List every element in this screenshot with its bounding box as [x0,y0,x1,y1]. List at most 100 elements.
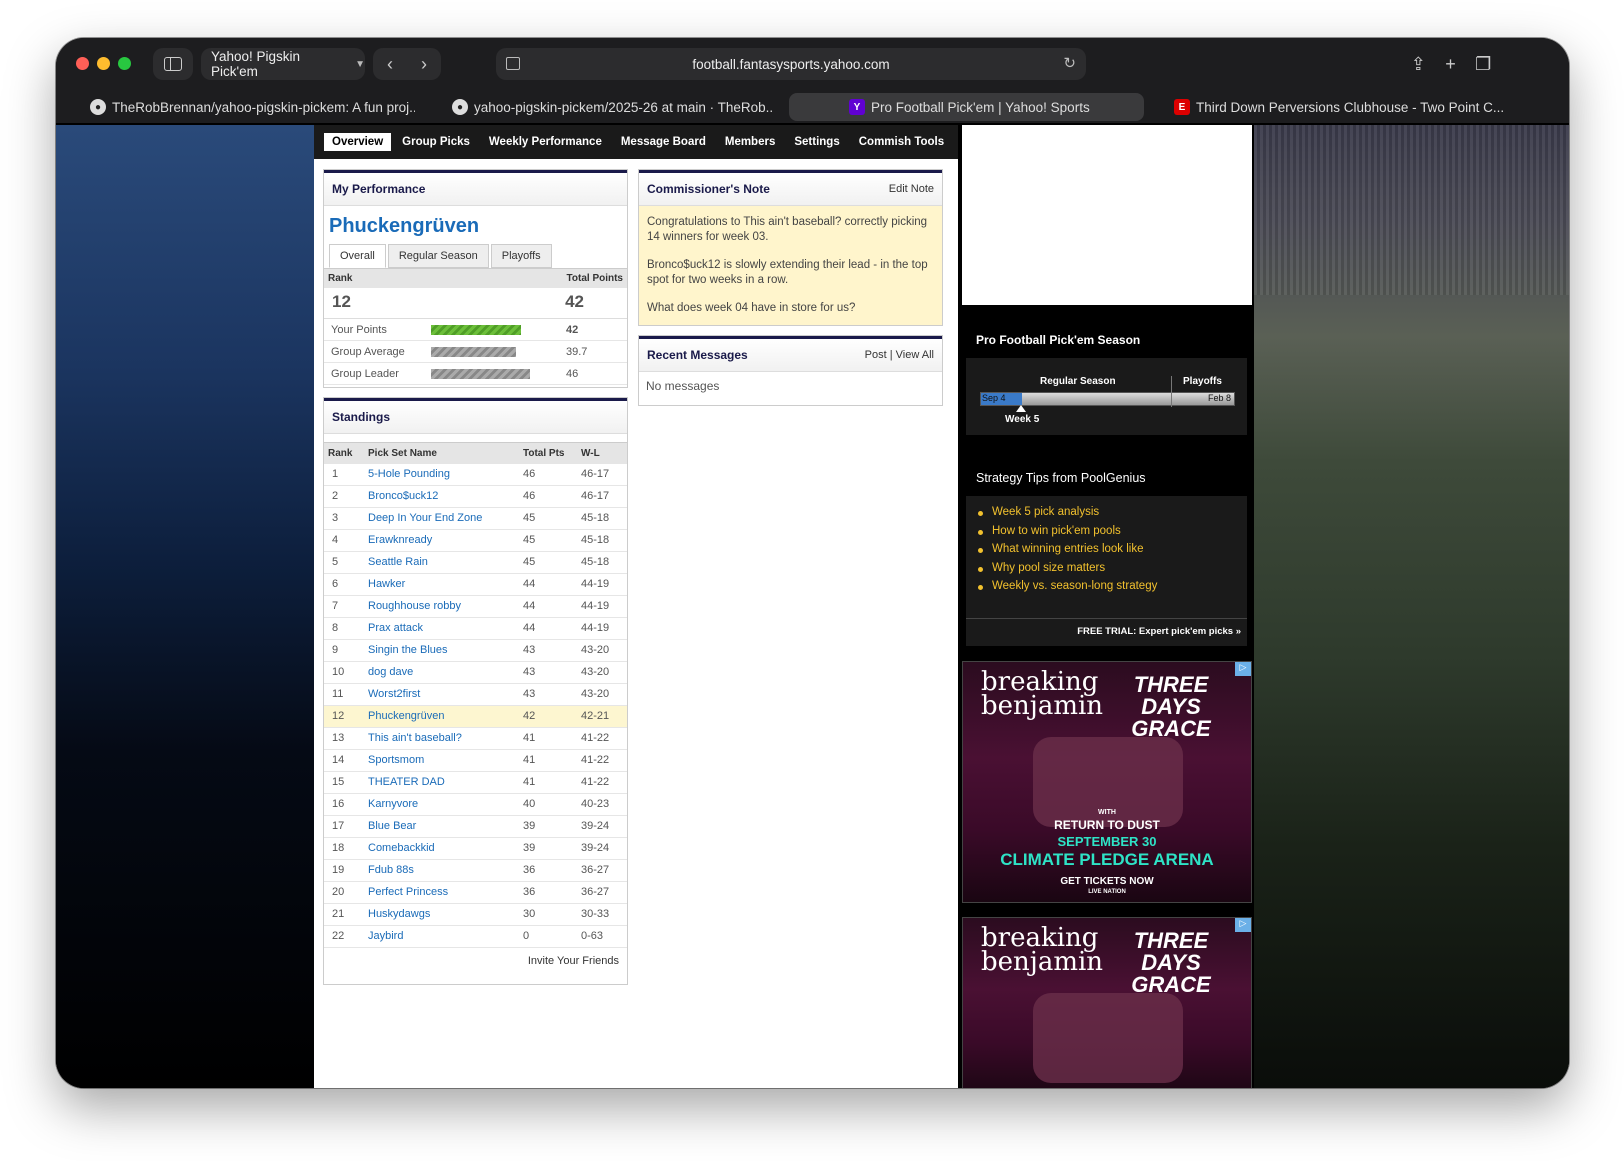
post-link[interactable]: Post [865,349,887,361]
invite-friends-link[interactable]: Invite Your Friends [324,948,627,971]
standings-row: 14 Sportsmom 41 41-22 [324,749,627,772]
nav-message-board[interactable]: Message Board [621,136,706,148]
standings-name-link[interactable]: Fdub 88s [364,859,519,882]
current-week-marker-icon [1016,405,1026,412]
edit-note-link[interactable]: Edit Note [889,183,934,195]
standings-row: 18 Comebackkid 39 39-24 [324,837,627,860]
minimize-window-button[interactable] [97,57,110,70]
nav-group-picks[interactable]: Group Picks [402,136,470,148]
commissioner-note-body: Congratulations to This ain't baseball? … [639,206,942,325]
standings-name-link[interactable]: 5-Hole Pounding [364,464,519,486]
standings-name-link[interactable]: Sportsmom [364,749,519,772]
standings-rank-cell: 12 [324,705,364,728]
standings-name-link[interactable]: Deep In Your End Zone [364,507,519,530]
standings-name-link[interactable]: Phuckengrüven [364,705,519,728]
ad-cta[interactable]: GET TICKETS NOW [963,876,1251,887]
reload-icon[interactable]: ↻ [1063,54,1076,72]
tab-playoffs[interactable]: Playoffs [490,244,552,268]
standings-rank-cell: 3 [324,507,364,530]
standings-name-link[interactable]: Bronco$uck12 [364,485,519,508]
standings-rank-cell: 15 [324,771,364,794]
concert-ad[interactable]: ▷ breaking benjamin THREE DAYS GRACE WIT… [962,661,1252,903]
standings-name-link[interactable]: Comebackkid [364,837,519,860]
standings-points-cell: 42 [519,705,577,728]
rank-label: Rank [328,273,353,284]
tip-link[interactable]: Weekly vs. season-long strategy [978,580,1247,592]
nav-weekly-performance[interactable]: Weekly Performance [489,136,602,148]
concert-ad-2[interactable]: ▷ breaking benjamin THREE DAYS GRACE [962,917,1252,1088]
standings-name-link[interactable]: Jaybird [364,925,519,948]
standings-row: 13 This ain't baseball? 41 41-22 [324,727,627,750]
standings-name-link[interactable]: Erawknready [364,529,519,552]
standings-wl-cell: 39-24 [577,837,627,860]
tab-group-picker[interactable]: Yahoo! Pigskin Pick'em ▼ [201,48,365,80]
standings-name-link[interactable]: This ain't baseball? [364,727,519,750]
panel-header: Recent Messages Post | View All [639,336,942,372]
new-tab-icon[interactable]: + [1445,54,1456,75]
browser-tab-github-repo[interactable]: ● TheRobBrennan/yahoo-pigskin-pickem: A … [90,93,415,121]
sidebar-toggle-button[interactable] [153,48,193,80]
close-window-button[interactable] [76,57,89,70]
standings-points-cell: 41 [519,749,577,772]
standings-name-link[interactable]: Singin the Blues [364,639,519,662]
tab-regular-season[interactable]: Regular Season [387,244,489,268]
tip-link[interactable]: Week 5 pick analysis [978,506,1247,518]
nav-settings[interactable]: Settings [794,136,839,148]
standings-rank-cell: 6 [324,573,364,596]
standings-rank-cell: 4 [324,529,364,552]
standings-name-link[interactable]: Seattle Rain [364,551,519,574]
standings-name-link[interactable]: Prax attack [364,617,519,640]
playoffs-divider [1171,376,1172,407]
standings-row: 12 Phuckengrüven 42 42-21 [324,705,627,728]
standings-points-cell: 44 [519,595,577,618]
standings-name-link[interactable]: THEATER DAD [364,771,519,794]
page-settings-icon[interactable] [506,57,520,70]
standings-points-cell: 45 [519,529,577,552]
share-icon[interactable]: ⇪ [1411,54,1426,75]
strategy-tips-panel: Strategy Tips from PoolGenius Week 5 pic… [966,460,1247,646]
free-trial-link[interactable]: FREE TRIAL: Expert pick'em picks » [966,618,1247,646]
tip-link[interactable]: What winning entries look like [978,543,1247,555]
standings-rank-cell: 2 [324,485,364,508]
panel-header: Standings [324,398,627,434]
standings-wl-cell: 36-27 [577,881,627,904]
address-bar[interactable]: football.fantasysports.yahoo.com ↻ [496,48,1086,80]
standings-name-link[interactable]: Hawker [364,573,519,596]
back-arrow-icon[interactable]: ‹ [373,54,407,75]
tab-overview-icon[interactable]: ❐ [1475,54,1491,75]
my-performance-panel: My Performance Phuckengrüven Overall Reg… [323,169,628,388]
nav-members[interactable]: Members [725,136,776,148]
standings-wl-cell: 30-33 [577,903,627,926]
standings-name-link[interactable]: Worst2first [364,683,519,706]
standings-name-link[interactable]: Roughhouse robby [364,595,519,618]
standings-row: 21 Huskydawgs 30 30-33 [324,903,627,926]
forward-arrow-icon[interactable]: › [407,54,441,75]
standings-name-link[interactable]: Blue Bear [364,815,519,838]
season-title: Pro Football Pick'em Season [966,322,1247,358]
standings-name-link[interactable]: dog dave [364,661,519,684]
standings-table: Rank Pick Set Name Total Pts W-L 1 5-Hole… [324,442,627,948]
browser-tab-github-tree[interactable]: ● yahoo-pigskin-pickem/2025-26 at main ·… [452,93,772,121]
tips-list: Week 5 pick analysis How to win pick'em … [966,496,1247,592]
zoom-window-button[interactable] [118,57,131,70]
browser-tab-espn[interactable]: E Third Down Perversions Clubhouse - Two… [1174,93,1504,121]
standings-name-link[interactable]: Perfect Princess [364,881,519,904]
standings-name-link[interactable]: Karnyvore [364,793,519,816]
standings-name-link[interactable]: Huskydawgs [364,903,519,926]
standings-points-cell: 44 [519,617,577,640]
tab-overall[interactable]: Overall [329,244,386,268]
nav-commish-tools[interactable]: Commish Tools [859,136,944,148]
tip-link[interactable]: How to win pick'em pools [978,525,1247,537]
adchoices-icon[interactable]: ▷ [1235,662,1251,676]
tip-link[interactable]: Why pool size matters [978,562,1247,574]
adchoices-icon[interactable]: ▷ [1235,918,1251,932]
view-all-link[interactable]: View All [896,349,934,361]
browser-tab-yahoo[interactable]: Y Pro Football Pick'em | Yahoo! Sports [789,93,1144,121]
yahoo-icon: Y [849,99,865,115]
nav-overview[interactable]: Overview [324,133,392,151]
team-name[interactable]: Phuckengrüven [329,215,627,238]
standings-points-cell: 45 [519,551,577,574]
stadium-background-left [56,125,316,1088]
standings-rank-cell: 1 [324,464,364,486]
github-icon: ● [452,99,468,115]
